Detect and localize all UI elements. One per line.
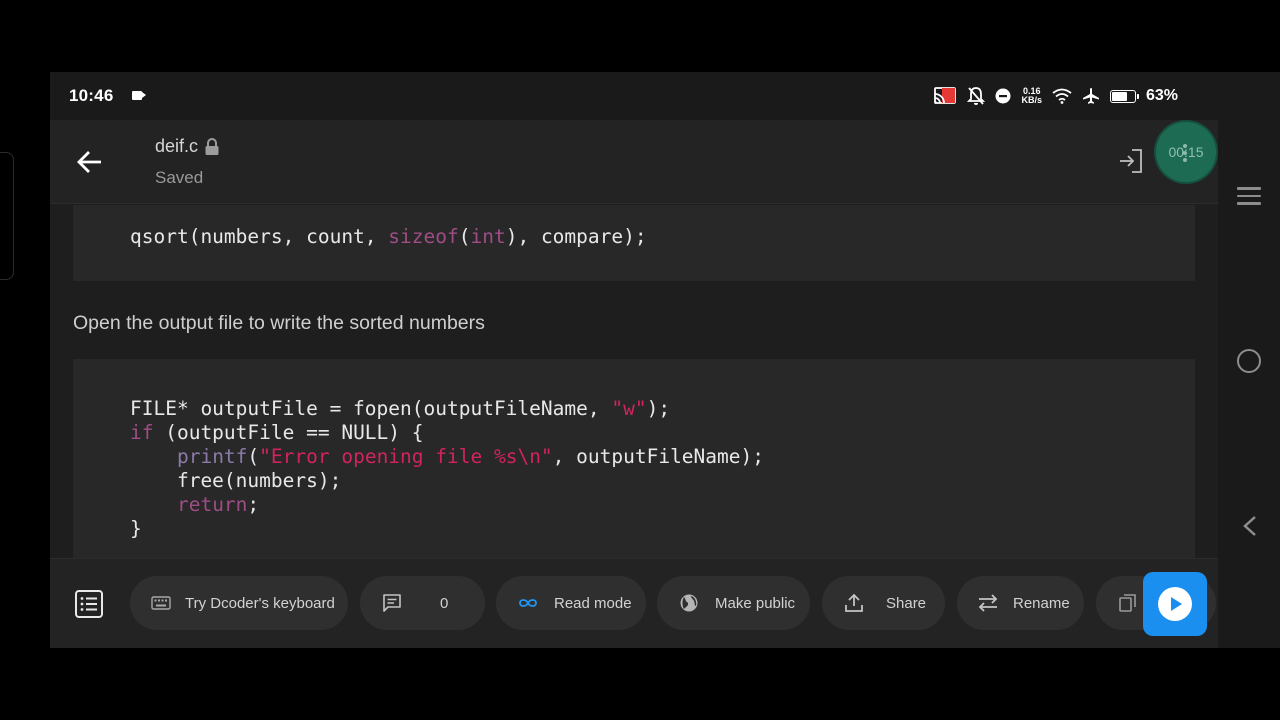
swap-icon [978,594,998,612]
editor-header: deif.c Saved [50,120,1218,204]
make-public-button[interactable]: Make public [657,576,810,630]
status-bar: 10:46 0.16 KB/s 63% [50,72,1280,120]
comment-icon [383,594,401,612]
file-title[interactable]: deif.c [155,136,220,157]
lock-icon [205,137,219,155]
rename-button[interactable]: Rename [957,576,1084,630]
share-icon [845,593,863,612]
try-keyboard-button[interactable]: Try Dcoder's keyboard [130,576,348,630]
video-icon [132,91,146,100]
globe-icon [680,594,698,612]
bottom-toolbar: Try Dcoder's keyboard 0 Read mode Make p… [50,558,1218,648]
wifi-icon [1052,88,1072,104]
recent-apps-icon[interactable] [1237,187,1261,205]
paragraph-text: Open the output file to write the sorted… [73,312,485,334]
recording-timer[interactable]: 00:15 [1156,122,1216,182]
comments-button[interactable]: 0 [360,576,485,630]
edge-panel-handle[interactable] [0,152,14,280]
file-name: deif.c [155,136,199,156]
device-screen: 10:46 0.16 KB/s 63% deif.c Saved qsort(n… [50,72,1280,648]
document-content: qsort(numbers, count, sizeof(int), compa… [50,205,1218,558]
list-icon[interactable] [74,589,104,619]
battery-percent: 63% [1145,87,1178,104]
rename-label: Rename [1013,594,1070,612]
share-label: Share [886,594,927,612]
status-icons: 0.16 KB/s 63% [933,84,1178,108]
dnd-icon [995,88,1011,104]
status-time: 10:46 [69,86,114,105]
make-public-label: Make public [715,594,796,612]
code-block[interactable]: FILE* outputFile = fopen(outputFileName,… [73,359,1195,558]
play-icon [1158,587,1192,621]
system-nav-bar [1218,72,1280,648]
mute-icon [967,87,986,105]
keyboard-icon [151,596,171,610]
read-mode-button[interactable]: Read mode [496,576,646,630]
try-keyboard-label: Try Dcoder's keyboard [185,594,335,612]
home-icon[interactable] [1237,349,1261,373]
net-speed: 0.16 KB/s [1021,86,1042,105]
exit-icon[interactable] [1118,148,1144,174]
run-button[interactable] [1143,572,1207,636]
copy-icon [1119,594,1136,612]
comments-count: 0 [440,594,449,612]
code-text: qsort(numbers, count, sizeof(int), compa… [130,225,647,248]
airplane-icon [1082,88,1099,104]
read-mode-label: Read mode [554,594,632,612]
back-arrow-icon[interactable] [74,146,106,178]
share-button[interactable]: Share [822,576,945,630]
code-block[interactable]: qsort(numbers, count, sizeof(int), compa… [73,205,1195,281]
infinity-icon [519,599,537,607]
code-text: FILE* outputFile = fopen(outputFileName,… [130,397,764,540]
cast-icon [934,87,957,104]
nav-back-icon[interactable] [1240,514,1260,538]
save-status: Saved [155,168,204,187]
more-icon [1183,144,1187,162]
battery-icon [1109,89,1139,103]
